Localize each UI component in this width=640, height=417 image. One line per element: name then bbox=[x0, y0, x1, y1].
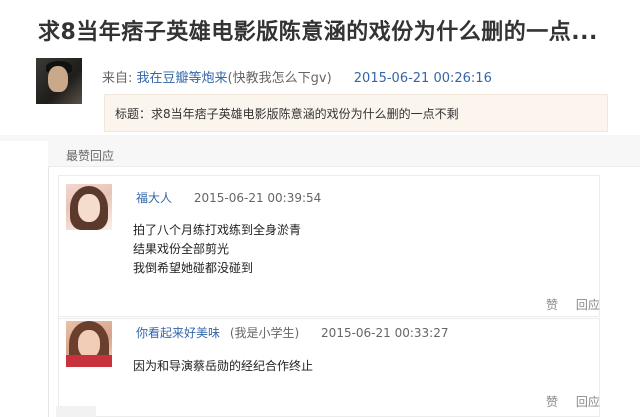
comment-username[interactable]: 你看起来好美味 bbox=[136, 326, 220, 340]
like-button[interactable]: 赞 bbox=[546, 298, 558, 312]
author-link[interactable]: 我在豆瓣等炮来 bbox=[137, 71, 228, 86]
quoted-title-text: 标题：求8当年痞子英雄电影版陈意涵的戏份为什么删的一点不剩 bbox=[115, 107, 459, 121]
replies-header: 最赞回应 bbox=[48, 141, 640, 167]
post-time: 2015-06-21 00:26:16 bbox=[353, 71, 492, 86]
replies-header-label: 最赞回应 bbox=[66, 149, 115, 163]
comment-meta: 你看起来好美味 (我是小学生) 2015-06-21 00:33:27 bbox=[136, 324, 449, 341]
comment-time: 2015-06-21 00:33:27 bbox=[321, 326, 449, 340]
quoted-title-box: 标题：求8当年痞子英雄电影版陈意涵的戏份为什么删的一点不剩 bbox=[104, 94, 608, 132]
comment-username[interactable]: 福大人 bbox=[136, 191, 172, 205]
author-line: 来自: 我在豆瓣等炮来(快教我怎么下gv) 2015-06-21 00:26:1… bbox=[102, 67, 492, 86]
comment-time: 2015-06-21 00:39:54 bbox=[193, 191, 322, 205]
comment-line: 结果戏份全部剪光 bbox=[133, 242, 230, 256]
comment-user-tag: (我是小学生) bbox=[229, 326, 300, 340]
comment-actions: 赞 回应 bbox=[546, 393, 600, 410]
comment-actions: 赞 回应 bbox=[546, 296, 600, 313]
like-button[interactable]: 赞 bbox=[546, 395, 558, 409]
comment-meta: 福大人 2015-06-21 00:39:54 bbox=[136, 189, 321, 206]
post-title: 求8当年痞子英雄电影版陈意涵的戏份为什么删的一点... bbox=[38, 20, 598, 45]
comment-line: 因为和导演蔡岳勋的经纪合作终止 bbox=[133, 359, 314, 373]
next-comment-stub bbox=[56, 406, 96, 417]
comment-avatar[interactable] bbox=[66, 184, 112, 230]
author-note: (快教我怎么下gv) bbox=[227, 71, 332, 86]
comment-body: 拍了八个月练打戏练到全身淤青 结果戏份全部剪光 我倒希望她碰都没碰到 bbox=[133, 221, 301, 278]
from-label: 来自: bbox=[102, 71, 133, 86]
author-avatar[interactable] bbox=[36, 58, 82, 104]
comment-line: 拍了八个月练打戏练到全身淤青 bbox=[133, 223, 302, 237]
reply-button[interactable]: 回应 bbox=[576, 395, 600, 409]
comment-line: 我倒希望她碰都没碰到 bbox=[133, 261, 254, 275]
reply-button[interactable]: 回应 bbox=[576, 298, 600, 312]
comment-avatar[interactable] bbox=[66, 321, 112, 367]
comment-body: 因为和导演蔡岳勋的经纪合作终止 bbox=[133, 357, 313, 376]
